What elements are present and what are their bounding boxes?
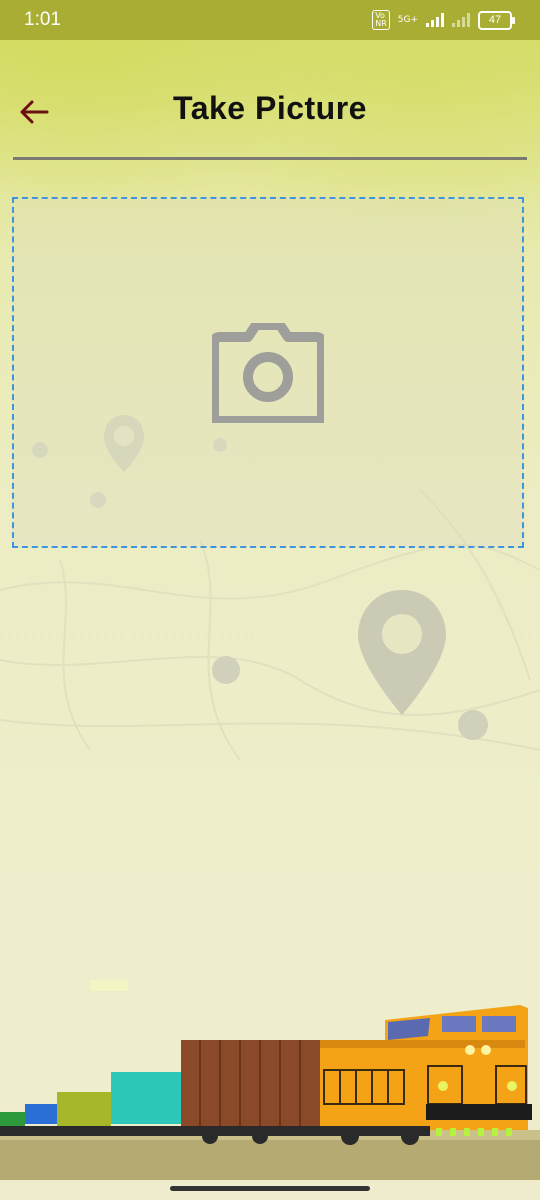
battery-icon: 47 bbox=[478, 10, 515, 30]
header: Take Picture bbox=[0, 40, 540, 160]
status-bar: 1:01 Vo NR 5G+ 47 bbox=[0, 0, 540, 40]
page-title: Take Picture bbox=[173, 90, 367, 126]
status-icons: Vo NR 5G+ 47 bbox=[372, 10, 515, 30]
header-divider bbox=[13, 157, 527, 160]
take-picture-area[interactable] bbox=[12, 197, 524, 548]
signal-icon bbox=[426, 13, 444, 27]
home-indicator[interactable] bbox=[170, 1186, 370, 1191]
signal-secondary-icon bbox=[452, 13, 470, 27]
status-time: 1:01 bbox=[24, 9, 61, 30]
network-label: 5G+ bbox=[397, 15, 418, 25]
volte-icon: Vo NR bbox=[372, 10, 390, 30]
train-illustration bbox=[0, 980, 540, 1180]
camera-icon bbox=[212, 322, 324, 423]
map-pin-large bbox=[358, 590, 446, 715]
